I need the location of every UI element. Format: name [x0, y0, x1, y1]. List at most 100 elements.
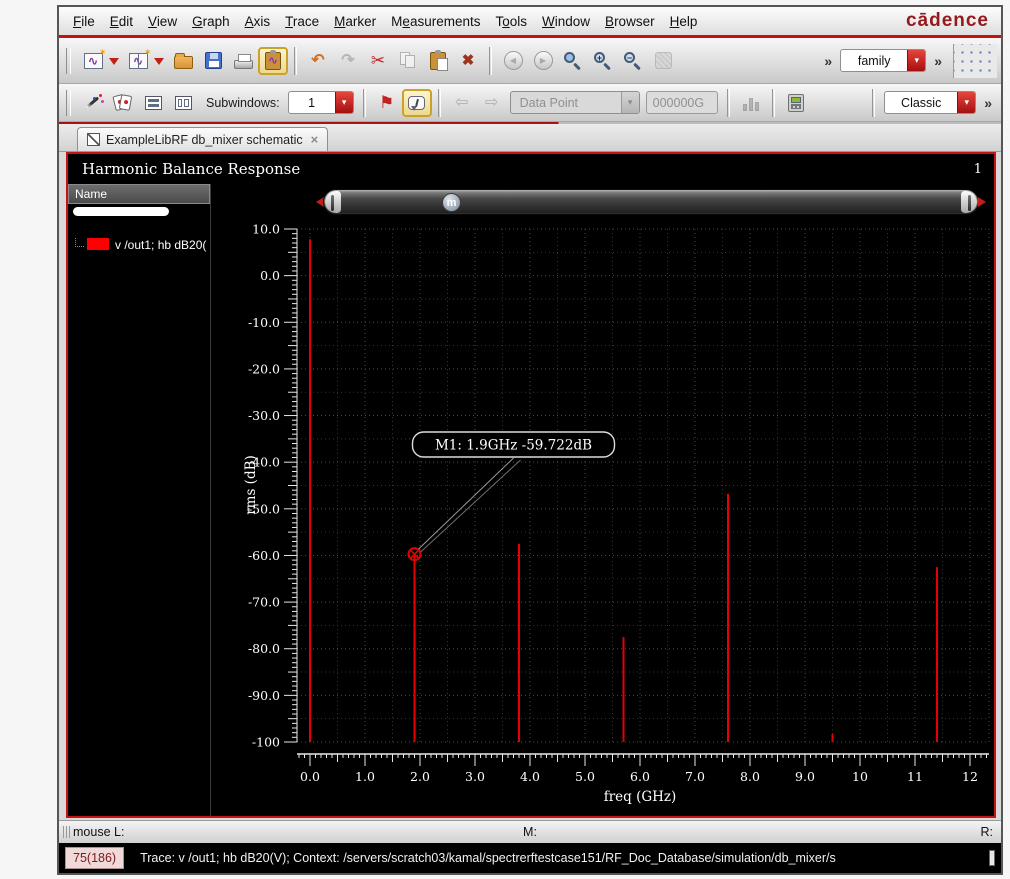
- cards-view-button[interactable]: [108, 89, 138, 117]
- menubar-items: File Edit View Graph Axis Trace Marker Measurem…: [73, 14, 697, 29]
- histogram-button[interactable]: [736, 89, 766, 117]
- datapoint-combo-dropdown-icon[interactable]: ▾: [620, 92, 639, 113]
- style-combo-value: Classic: [901, 95, 942, 110]
- folder-icon: [173, 53, 193, 69]
- clipboard-waveform-icon: ∿: [265, 49, 281, 70]
- new-subwindow-button[interactable]: ∿ ✶: [123, 47, 153, 75]
- cards-icon: [112, 93, 133, 112]
- dock-handle-area[interactable]: [953, 43, 997, 78]
- y-tick-label: -80.0: [248, 641, 280, 656]
- zoom-in-button[interactable]: +: [588, 47, 618, 75]
- vertical-split-button[interactable]: [168, 89, 198, 117]
- style-combo[interactable]: Classic ▾: [884, 91, 977, 114]
- plot-region: m 10.0 0.0 -10.0 -20.0 -30.0 -40.0 -50.0 -60.0-…: [211, 184, 994, 816]
- new-window-button[interactable]: ∿ ✶: [78, 47, 108, 75]
- undo-button[interactable]: ↶: [303, 47, 333, 75]
- toolbar-overflow-button-3[interactable]: »: [979, 95, 997, 111]
- zoom-fit-button[interactable]: [558, 47, 588, 75]
- menu-browser[interactable]: Browser: [605, 14, 655, 29]
- coordinate-field[interactable]: 000000G: [645, 91, 718, 114]
- menu-marker[interactable]: Marker: [334, 14, 376, 29]
- family-combo[interactable]: family ▾: [840, 49, 927, 72]
- y-tick-label: 0.0: [260, 268, 280, 283]
- menu-view[interactable]: View: [148, 14, 177, 29]
- menu-measurements[interactable]: Measurements: [391, 14, 480, 29]
- x-tick-label: 0.0: [300, 769, 320, 784]
- print-button[interactable]: [228, 47, 258, 75]
- new-subwindow-dropdown-icon[interactable]: [154, 58, 164, 70]
- tab-db-mixer-schematic[interactable]: ExampleLibRF db_mixer schematic ×: [77, 127, 329, 151]
- subwindows-combo-value: 1: [308, 95, 316, 110]
- zoom-out-button[interactable]: −: [618, 47, 648, 75]
- subwindows-combo[interactable]: 1 ▾: [287, 91, 354, 114]
- style-combo-dropdown-icon[interactable]: ▾: [957, 92, 976, 113]
- clipboard-view-button[interactable]: ∿: [258, 46, 288, 75]
- next-point-button[interactable]: ⇨: [477, 89, 507, 117]
- cut-button[interactable]: ✂: [363, 47, 393, 75]
- menu-file[interactable]: File: [73, 14, 95, 29]
- slider-m-badge[interactable]: m: [442, 193, 461, 212]
- mouse-status-bar: mouse L: M: R:: [59, 820, 1001, 843]
- graph-frame: Harmonic Balance Response 1 Name v /out1…: [66, 152, 996, 818]
- new-window-dropdown-icon[interactable]: [109, 58, 119, 70]
- bottombar-grip[interactable]: [989, 850, 995, 866]
- slider-right-handle[interactable]: [961, 191, 977, 213]
- menu-graph[interactable]: Graph: [192, 14, 230, 29]
- datapoint-combo[interactable]: Data Point ▾: [509, 91, 640, 114]
- menu-help[interactable]: Help: [670, 14, 698, 29]
- family-combo-dropdown-icon[interactable]: ▾: [907, 50, 926, 71]
- copy-button[interactable]: [393, 47, 423, 75]
- toolbar-overflow-button-2[interactable]: »: [929, 53, 947, 69]
- label-callout-button[interactable]: [401, 88, 432, 117]
- menu-tools[interactable]: Tools: [495, 14, 527, 29]
- new-subwindow-icon: ∿ ✶: [128, 47, 152, 69]
- tab-title: ExampleLibRF db_mixer schematic: [106, 132, 303, 147]
- next-view-button[interactable]: ▶: [528, 47, 558, 75]
- slider-left-handle[interactable]: [325, 191, 341, 213]
- menu-axis[interactable]: Axis: [245, 14, 271, 29]
- previous-point-button[interactable]: ⇦: [447, 89, 477, 117]
- slider-track[interactable]: m: [323, 189, 979, 215]
- toolbar-main: ∿ ✶ ∿ ✶ ∿ ↶ ↷ ✂ ✖ ◀ ▶ + − » family ▾ »: [59, 38, 1001, 84]
- copy-icon: [399, 52, 417, 69]
- menu-edit[interactable]: Edit: [110, 14, 133, 29]
- mouse-zoom-button[interactable]: [648, 47, 678, 75]
- toolbar-drag-grip[interactable]: [66, 47, 71, 74]
- harmonic-balance-plot[interactable]: 10.00.0-10.0-20.0-30.0-40.0-50.0-60.0-70…: [211, 220, 996, 816]
- toolbar-drag-grip[interactable]: [66, 89, 71, 116]
- delete-button[interactable]: ✖: [453, 47, 483, 75]
- legend-scrollbar[interactable]: [73, 207, 169, 216]
- slider-right-arrow-icon[interactable]: [978, 197, 991, 207]
- toolbar-separator: [726, 88, 730, 117]
- right-arrow-icon: ⇨: [484, 93, 499, 111]
- family-combo-value: family: [857, 53, 891, 68]
- legend-header[interactable]: Name: [68, 184, 210, 204]
- subwindows-combo-dropdown-icon[interactable]: ▾: [334, 92, 353, 113]
- toolbar-overflow-button[interactable]: »: [819, 53, 837, 69]
- legend-panel: Name v /out1; hb dB20(: [68, 184, 211, 816]
- plot-scroll-slider[interactable]: m: [311, 188, 991, 216]
- zoom-in-icon: +: [593, 51, 613, 71]
- floppy-icon: [204, 52, 222, 69]
- mouse-left-status: mouse L:: [73, 825, 125, 839]
- paste-button[interactable]: [423, 47, 453, 75]
- plot-slider-row: m: [211, 184, 994, 220]
- y-tick-label: -60.0: [248, 548, 280, 563]
- mouse-zoom-icon: [654, 52, 672, 69]
- datapoint-combo-value: Data Point: [519, 95, 579, 110]
- open-button[interactable]: [168, 47, 198, 75]
- legend-item-out1[interactable]: v /out1; hb dB20(: [68, 238, 210, 252]
- calculator-button[interactable]: [781, 89, 811, 117]
- flag-marker-button[interactable]: ⚑: [372, 89, 402, 117]
- y-tick-label: -70.0: [248, 595, 280, 610]
- menu-trace[interactable]: Trace: [285, 14, 319, 29]
- x-tick-label: 8.0: [740, 769, 760, 784]
- redo-button[interactable]: ↷: [333, 47, 363, 75]
- menu-window[interactable]: Window: [542, 14, 590, 29]
- previous-view-button[interactable]: ◀: [498, 47, 528, 75]
- tab-close-icon[interactable]: ×: [311, 132, 319, 147]
- save-button[interactable]: [198, 47, 228, 75]
- wand-tool-button[interactable]: [78, 89, 108, 117]
- toolbar-separator: [872, 88, 876, 117]
- horizontal-split-button[interactable]: [138, 89, 168, 117]
